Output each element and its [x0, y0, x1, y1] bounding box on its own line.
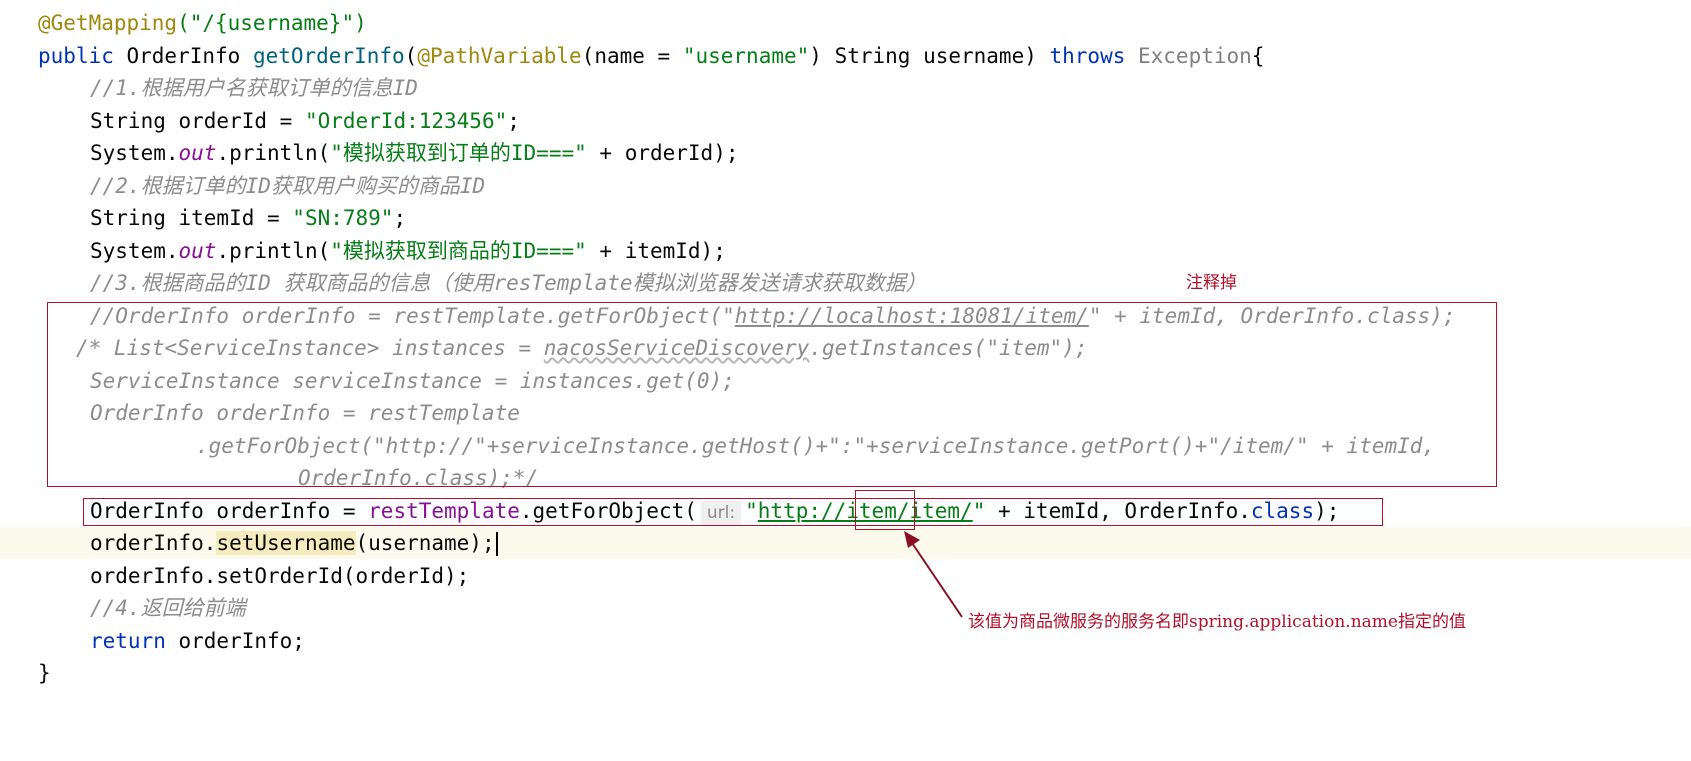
- arrow-line: [909, 539, 963, 618]
- annotation-arrow: [904, 531, 963, 618]
- arrow-head: [904, 531, 920, 548]
